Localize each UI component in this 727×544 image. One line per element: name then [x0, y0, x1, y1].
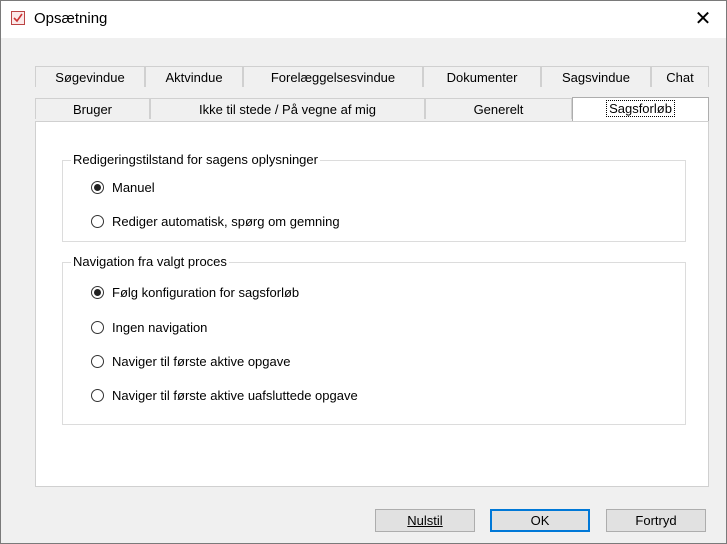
window-title: Opsætning	[34, 10, 108, 27]
tab-aktvindue[interactable]: Aktvindue	[145, 66, 243, 87]
radio-button-checked[interactable]	[91, 181, 104, 194]
ok-button[interactable]: OK	[490, 509, 590, 532]
tab-panel-sagsforloeb: Redigeringstilstand for sagens oplysning…	[35, 121, 709, 487]
navigation-group: Navigation fra valgt proces Følg konfigu…	[62, 254, 686, 425]
close-icon[interactable]: ✕	[680, 1, 726, 38]
tab-soegevindue[interactable]: Søgevindue	[35, 66, 145, 87]
title-bar: Opsætning ✕	[1, 1, 726, 38]
radio-label: Ingen navigation	[112, 320, 208, 335]
tab-sagsforloeb[interactable]: Sagsforløb	[572, 97, 709, 121]
editing-mode-group: Redigeringstilstand for sagens oplysning…	[62, 152, 686, 242]
tab-forelaeggelsesvindue[interactable]: Forelæggelsesvindue	[243, 66, 423, 87]
radio-button[interactable]	[91, 321, 104, 334]
radio-label: Naviger til første aktive uafsluttede op…	[112, 388, 358, 403]
tab-ikke-til-stede[interactable]: Ikke til stede / På vegne af mig	[150, 98, 425, 119]
settings-checklist-icon	[11, 11, 25, 25]
tab-dokumenter[interactable]: Dokumenter	[423, 66, 541, 87]
settings-dialog: Opsætning ✕ Søgevindue Aktvindue Forelæg…	[0, 0, 727, 544]
tab-bruger[interactable]: Bruger	[35, 98, 150, 119]
tab-sagsvindue[interactable]: Sagsvindue	[541, 66, 651, 87]
radio-button-checked[interactable]	[91, 286, 104, 299]
radio-button[interactable]	[91, 355, 104, 368]
navigation-legend: Navigation fra valgt proces	[71, 254, 229, 269]
cancel-button[interactable]: Fortryd	[606, 509, 706, 532]
radio-button[interactable]	[91, 215, 104, 228]
radio-label: Manuel	[112, 180, 155, 195]
radio-button[interactable]	[91, 389, 104, 402]
tab-chat[interactable]: Chat	[651, 66, 709, 87]
tab-generelt[interactable]: Generelt	[425, 98, 572, 119]
radio-label: Følg konfiguration for sagsforløb	[112, 285, 300, 300]
radio-label: Rediger automatisk, spørg om gemning	[112, 214, 340, 229]
reset-button[interactable]: Nulstil	[375, 509, 475, 532]
radio-label: Naviger til første aktive opgave	[112, 354, 291, 369]
editing-mode-legend: Redigeringstilstand for sagens oplysning…	[71, 152, 320, 167]
